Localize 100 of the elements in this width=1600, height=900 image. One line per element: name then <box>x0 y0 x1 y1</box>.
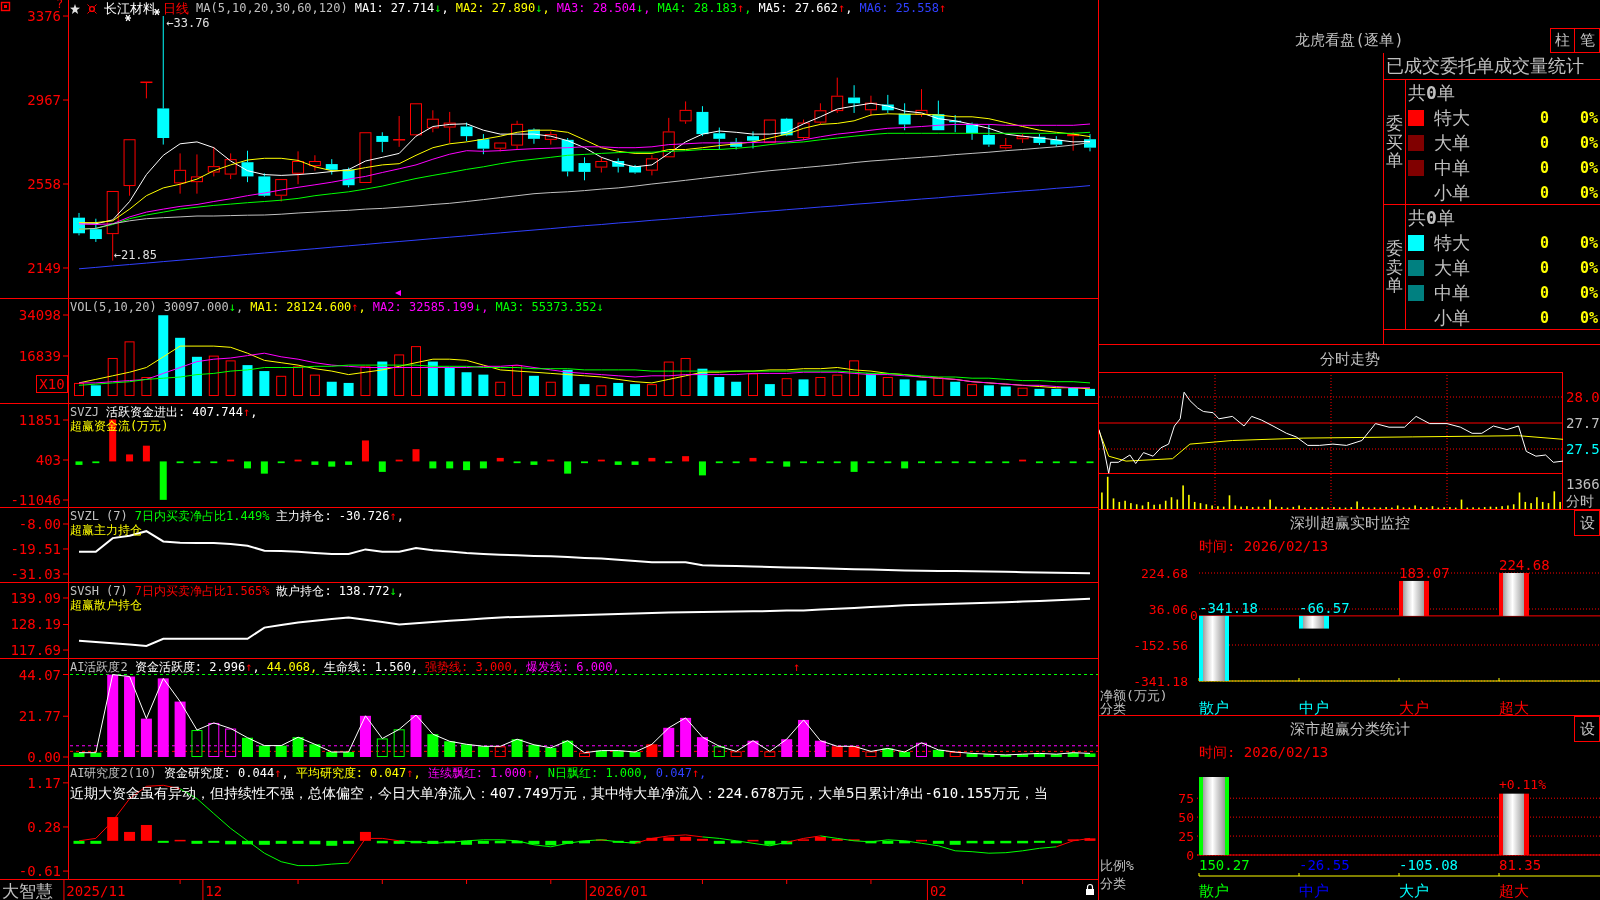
unit-badge: X10 <box>36 375 68 393</box>
y-axis-label: 403 <box>35 452 61 468</box>
y-axis-label: -19.51 <box>10 541 61 557</box>
indicator-name: SVZL (7) <box>70 510 128 523</box>
y-axis-label: 2967 <box>27 92 61 108</box>
price-axis-label: 27.7 <box>1566 415 1600 431</box>
category-label: 散户 <box>1199 699 1229 715</box>
indicator-value: 44.068, <box>266 661 318 674</box>
y-axis-label: 128.19 <box>10 616 61 633</box>
y-axis-label: 1.17 <box>27 774 61 791</box>
indicator-value: MA3: 28.504↓, <box>556 2 651 15</box>
order-total: 共0单 <box>1408 207 1455 228</box>
indicator-value: MA4: 28.183↑, <box>657 2 752 15</box>
order-percent: 0% <box>1579 183 1598 202</box>
y-axis-label: -31.03 <box>10 566 61 582</box>
indicator-value: MA1: 27.714↓, <box>354 2 449 15</box>
y-axis-label: 0.28 <box>27 818 61 835</box>
y-axis-label: 0 <box>1186 847 1194 863</box>
side-label: 委卖单 <box>1386 238 1403 296</box>
indicator-value: 资金研究度: 0.044↑, <box>163 767 289 780</box>
order-count: 0 <box>1539 133 1549 152</box>
y-axis-label: 25 <box>1178 828 1194 844</box>
indicator-value: MA1: 28124.600↑, <box>250 301 366 314</box>
indicator-subtitle: 超赢散户持仓 <box>70 599 142 612</box>
bar-value-label: 183.07 <box>1399 564 1450 581</box>
x-axis-title: 分类 <box>1100 875 1126 891</box>
order-percent: 0% <box>1579 233 1598 252</box>
bar-value-label: 224.68 <box>1499 557 1550 573</box>
date-axis-label: 2026/01 <box>588 883 648 899</box>
y-axis-label: -11046 <box>10 492 61 508</box>
indicator-name: VOL(5,10,20) <box>70 301 157 314</box>
bar-value-label: -341.18 <box>1199 599 1258 616</box>
order-count: 0 <box>1539 283 1549 302</box>
price-axis-label: 27.5 <box>1566 441 1600 457</box>
y-axis-label: 34098 <box>18 307 61 323</box>
y-axis-label: 139.09 <box>10 590 61 606</box>
panel-title: 龙虎看盘(逐单) <box>1295 32 1404 51</box>
indicator-name: AI研究度2(10) <box>70 767 157 780</box>
price-axis-label: 28.0 <box>1566 389 1600 405</box>
y-axis-label: -0.61 <box>18 863 61 880</box>
order-count: 0 <box>1539 108 1549 127</box>
category-label: 超大 <box>1499 882 1529 900</box>
indicator-value: MA6: 25.558↑ <box>859 2 947 15</box>
panel-title: 分时走势 <box>1319 350 1380 367</box>
category-label: 超大 <box>1499 699 1529 715</box>
side-label: 委买单 <box>1386 113 1403 171</box>
order-size-label: 特大 <box>1434 107 1470 128</box>
bar-value-label: 81.35 <box>1499 857 1542 873</box>
table-title: 已成交委托单成交量统计 <box>1385 56 1584 76</box>
y-axis-label: 2149 <box>27 260 61 276</box>
y-axis-label: 50 <box>1178 809 1194 825</box>
order-size-label: 小单 <box>1434 182 1470 203</box>
indicator-name: AI活跃度2 <box>70 661 128 674</box>
bar-value-label: 150.27 <box>1199 857 1250 873</box>
indicator-value: 生命线: 1.560, <box>324 661 419 674</box>
high-price-annotation: ←33.76 <box>166 16 210 30</box>
y-axis-label: 44.07 <box>18 666 61 683</box>
panel-title: 深圳超赢实时监控 <box>1289 515 1410 531</box>
indicator-value: 主力持仓: -30.726↑, <box>276 510 404 523</box>
bar-annotation: +0.11% <box>1499 777 1546 793</box>
reference-line-label: 0 <box>1190 608 1198 624</box>
indicator-value: 0.047↑, <box>655 767 707 780</box>
date-axis-label: 12 <box>205 883 223 899</box>
brand-name: 大智慧 <box>2 881 53 900</box>
indicator-name: SVSH (7) <box>70 585 128 598</box>
y-axis-title: 比例% <box>1100 857 1134 873</box>
y-axis-label: -152.56 <box>1133 637 1188 653</box>
indicator-value: MA5: 27.662↑, <box>758 2 853 15</box>
y-axis-label: 11851 <box>18 412 61 428</box>
y-axis-label: 75 <box>1178 790 1194 806</box>
period-label: 日线 <box>163 2 189 15</box>
order-size-label: 大单 <box>1434 257 1470 278</box>
order-percent: 0% <box>1579 158 1598 177</box>
indicator-value: 平均研究度: 0.047↑, <box>295 767 421 780</box>
category-label: 中户 <box>1299 699 1329 715</box>
category-label: 散户 <box>1199 882 1229 900</box>
category-label: 大户 <box>1399 882 1429 900</box>
y-axis-label: -341.18 <box>1133 673 1188 689</box>
indicator-name: SVZJ <box>70 406 99 419</box>
date-label: 时间: 2026/02/13 <box>1199 538 1329 554</box>
indicator-value: 活跃资金进出: 407.744↑, <box>105 406 258 419</box>
mode-label: 分时 <box>1566 493 1594 509</box>
category-label: 大户 <box>1399 699 1429 715</box>
indicator-value: MA2: 32585.199↓, <box>372 301 489 314</box>
y-axis-label: 224.68 <box>1141 565 1188 581</box>
order-count: 0 <box>1539 308 1549 327</box>
date-axis-label: 02 <box>929 883 947 899</box>
stock-name: 长江材料 <box>104 2 156 15</box>
y-axis-label: 36.06 <box>1148 601 1188 617</box>
indicator-value: N日飘红: 1.000, <box>547 767 649 780</box>
order-count: 0 <box>1539 258 1549 277</box>
order-count: 0 <box>1539 233 1549 252</box>
order-size-label: 大单 <box>1434 132 1470 153</box>
trend-arrow: ↑ <box>793 661 801 674</box>
order-percent: 0% <box>1579 108 1598 127</box>
y-axis-label: 2558 <box>27 176 61 192</box>
bar-value-label: -105.08 <box>1399 857 1458 873</box>
order-total: 共0单 <box>1408 82 1455 103</box>
volume-axis-label: 1366 <box>1566 476 1600 492</box>
order-count: 0 <box>1539 158 1549 177</box>
